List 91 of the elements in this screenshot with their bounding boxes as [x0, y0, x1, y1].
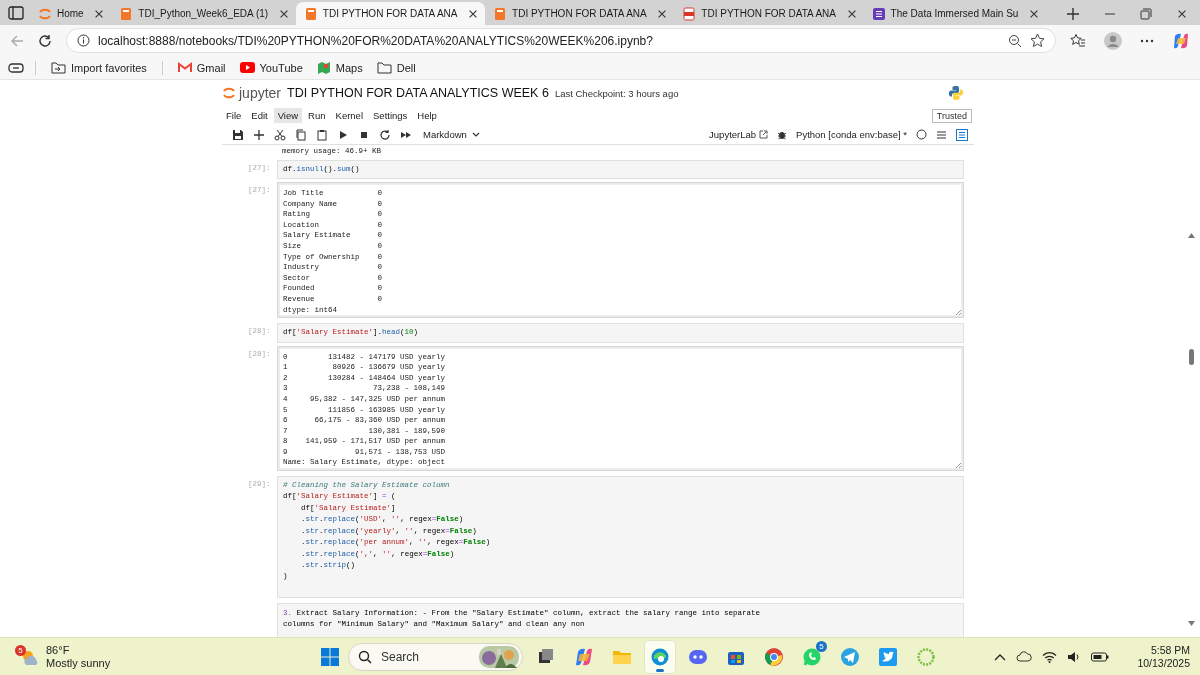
bookmark[interactable]: Dell	[372, 61, 420, 74]
copilot-icon	[574, 646, 594, 667]
taskbar-button[interactable]: 5	[797, 640, 827, 673]
menu-item[interactable]: Edit	[247, 108, 272, 123]
collections-icon[interactable]	[8, 61, 24, 74]
folder-icon	[376, 61, 392, 74]
windows-start-icon[interactable]	[320, 646, 340, 667]
cell-type-dropdown[interactable]: Markdown	[421, 129, 482, 140]
folder-icon	[51, 61, 66, 74]
jupyterlab-link[interactable]: JupyterLab	[709, 129, 769, 140]
browser-tab[interactable]: TDI PYTHON FOR DATA ANA	[674, 2, 864, 25]
bookmark[interactable]: Gmail	[173, 61, 230, 74]
menu-item[interactable]: Kernel	[331, 108, 367, 123]
weather-text: Mostly sunny	[46, 656, 111, 670]
profile-icon[interactable]	[1104, 31, 1122, 50]
ring-icon	[916, 646, 936, 667]
scroll-up-icon[interactable]	[1187, 232, 1196, 239]
browser-tab[interactable]: TDI_Python_Week6_EDA (1)	[111, 2, 296, 25]
restart-icon[interactable]	[379, 128, 391, 141]
zoom-out-icon[interactable]	[1008, 33, 1022, 48]
mail-icon	[177, 62, 192, 73]
menu-item[interactable]: Help	[413, 108, 441, 123]
checkpoint-text: Last Checkpoint: 3 hours ago	[554, 87, 679, 99]
info-icon	[77, 34, 90, 47]
form-icon	[871, 6, 886, 21]
notebook-icon	[303, 6, 318, 21]
copy-icon[interactable]	[295, 128, 307, 141]
scissors-icon[interactable]	[274, 128, 286, 141]
paper-plane-icon	[840, 646, 860, 667]
save-icon[interactable]	[232, 128, 244, 141]
restore-icon[interactable]	[1140, 8, 1153, 20]
star-icon[interactable]	[1030, 33, 1045, 48]
favorites-icon[interactable]	[1070, 33, 1086, 48]
browser-tab[interactable]: TDI PYTHON FOR DATA ANA	[295, 2, 486, 25]
wifi-icon[interactable]	[1042, 650, 1058, 663]
resize-handle-icon[interactable]	[955, 309, 962, 317]
kernel-status-icon	[916, 129, 927, 140]
menu-item[interactable]: Settings	[369, 108, 412, 123]
browser-icon	[764, 646, 784, 667]
notebook-icon	[493, 6, 508, 21]
browser-tab[interactable]: Home	[30, 2, 112, 25]
scroll-down-icon[interactable]	[1187, 620, 1196, 627]
address-field[interactable]: localhost:8888/notebooks/TDI%20PYTHON%20FOR%20DATA%20ANALYTICS%20WEEK%206.ipynb?	[66, 28, 1056, 53]
clock-time[interactable]: 5:58 PM	[1150, 643, 1190, 657]
trusted-indicator: Trusted	[931, 108, 972, 123]
menu-item[interactable]: View	[273, 108, 303, 123]
run-icon[interactable]	[337, 128, 349, 141]
scrollbar-thumb[interactable]	[1189, 349, 1194, 365]
sidebar-icon[interactable]	[8, 6, 24, 20]
paste-icon[interactable]	[316, 128, 328, 141]
search-icon	[358, 649, 372, 664]
menu-item[interactable]: File	[222, 108, 246, 123]
notebook-title[interactable]: TDI PYTHON FOR DATA ANALYTICS WEEK 6	[287, 86, 549, 100]
bookmark[interactable]: YouTube	[235, 61, 307, 74]
bug-icon[interactable]	[777, 129, 788, 140]
bird-icon	[878, 646, 898, 667]
bookmark[interactable]: Import favorites	[47, 61, 151, 74]
jupyter-logo[interactable]: jupyter	[222, 85, 282, 101]
resize-handle-icon[interactable]	[955, 462, 962, 470]
temperature: 86°F	[46, 643, 71, 657]
play-icon	[239, 62, 255, 73]
notification-badge: 5	[816, 640, 827, 652]
new-tab-icon[interactable]	[1066, 7, 1081, 21]
more-icon[interactable]	[1140, 38, 1154, 43]
bookmark[interactable]: Maps	[312, 60, 367, 75]
notebook-icon	[119, 6, 134, 21]
browser-icon	[650, 646, 670, 667]
jupyter-icon	[222, 86, 236, 100]
code-cell[interactable]	[277, 476, 964, 598]
menu-icon[interactable]	[936, 129, 947, 140]
jupyter-icon	[38, 6, 52, 21]
copilot-icon[interactable]	[1172, 31, 1190, 50]
external-link-icon	[759, 130, 769, 139]
map-icon	[316, 60, 331, 75]
menu-item[interactable]: Run	[304, 108, 330, 123]
chevron-up-icon[interactable]	[994, 652, 1007, 661]
add-icon[interactable]	[253, 128, 265, 141]
volume-icon[interactable]	[1067, 650, 1082, 663]
notification-badge: 5	[15, 644, 26, 656]
cloud-icon[interactable]	[1016, 651, 1033, 662]
clock-date[interactable]: 10/13/2025	[1137, 656, 1190, 670]
browser-tab[interactable]: The Data Immersed Main Su	[863, 2, 1047, 25]
chat-icon	[802, 646, 822, 667]
kernel-name[interactable]: Python [conda env:base] *	[796, 129, 907, 140]
battery-icon[interactable]	[1091, 651, 1110, 662]
refresh-icon[interactable]	[38, 33, 52, 48]
browser-tab[interactable]: TDI PYTHON FOR DATA ANA	[485, 2, 675, 25]
pdf-icon	[682, 6, 697, 21]
python-logo-icon	[948, 85, 964, 101]
caret-icon	[471, 131, 480, 138]
list-icon[interactable]	[956, 128, 968, 141]
